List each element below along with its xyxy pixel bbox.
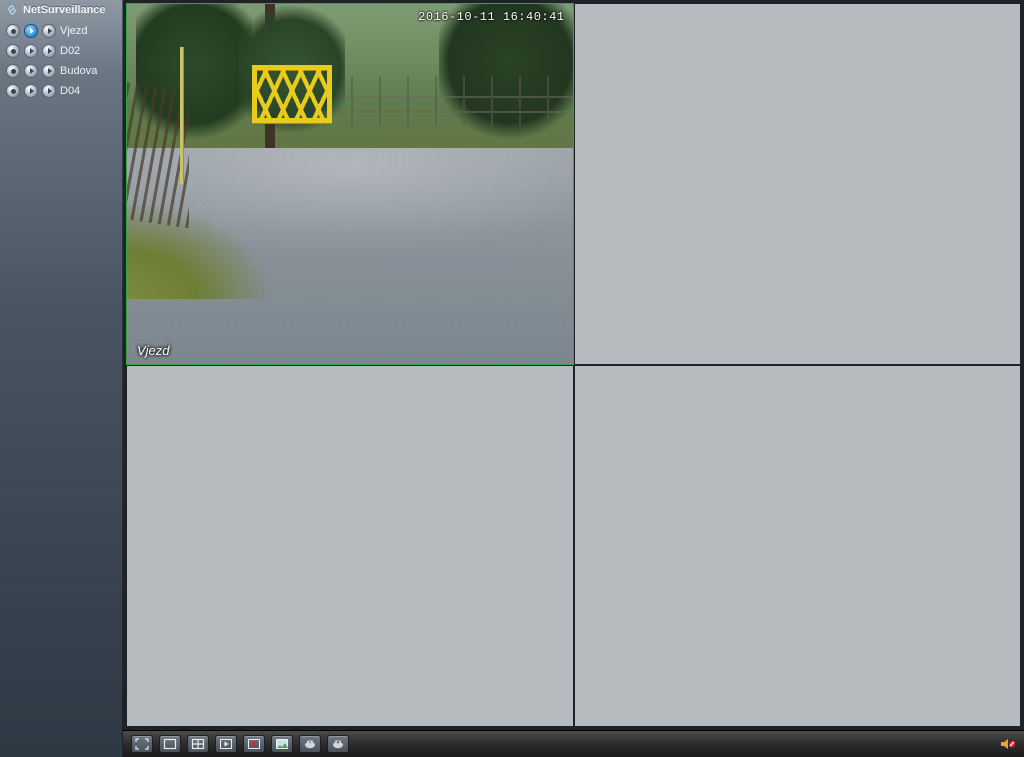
layout-1-button[interactable] (159, 735, 181, 753)
snapshot-button[interactable] (271, 735, 293, 753)
fullscreen-icon (135, 738, 149, 750)
playback-button[interactable] (215, 735, 237, 753)
layout-4-button[interactable] (187, 735, 209, 753)
fullscreen-button[interactable] (131, 735, 153, 753)
channel-label: D04 (60, 85, 80, 97)
video-cell-4[interactable] (574, 365, 1022, 727)
channel-row[interactable]: D02 (4, 42, 119, 60)
app-root: NetSurveillance Vjezd D02 Bud (0, 0, 1024, 757)
ptz-button[interactable] (299, 735, 321, 753)
mainstream-play-icon[interactable] (24, 64, 38, 78)
channel-label: Vjezd (60, 25, 88, 37)
record-icon[interactable] (6, 84, 20, 98)
speaker-muted-icon (1000, 737, 1016, 751)
video-grid: 2016-10-11 16:40:41 Vjezd (123, 0, 1024, 730)
color-settings-icon (331, 738, 345, 750)
main-area: 2016-10-11 16:40:41 Vjezd (123, 0, 1024, 757)
bottom-toolbar (123, 730, 1024, 757)
layout-1-icon (163, 738, 177, 750)
video-cell-3[interactable] (126, 365, 574, 727)
record-icon[interactable] (6, 44, 20, 58)
camera-label: Vjezd (137, 343, 170, 358)
channel-label: Budova (60, 65, 97, 77)
mainstream-play-icon[interactable] (24, 44, 38, 58)
audio-mute-button[interactable] (1000, 737, 1016, 751)
camera-timestamp: 2016-10-11 16:40:41 (418, 10, 564, 24)
color-settings-button[interactable] (327, 735, 349, 753)
link-icon (6, 4, 18, 16)
channel-row[interactable]: Vjezd (4, 22, 119, 40)
layout-4-icon (191, 738, 205, 750)
sidebar: NetSurveillance Vjezd D02 Bud (0, 0, 123, 757)
playback-icon (219, 738, 233, 750)
camera-feed: 2016-10-11 16:40:41 Vjezd (127, 4, 573, 364)
mainstream-play-icon[interactable] (24, 24, 38, 38)
snapshot-icon (275, 738, 289, 750)
record-icon[interactable] (6, 24, 20, 38)
video-cell-1[interactable]: 2016-10-11 16:40:41 Vjezd (126, 3, 574, 365)
channel-label: D02 (60, 45, 80, 57)
substream-play-icon[interactable] (42, 84, 56, 98)
channel-row[interactable]: D04 (4, 82, 119, 100)
channel-row[interactable]: Budova (4, 62, 119, 80)
substream-play-icon[interactable] (42, 64, 56, 78)
record-all-icon (247, 738, 261, 750)
record-icon[interactable] (6, 64, 20, 78)
channel-list: Vjezd D02 Budova D04 (0, 19, 123, 105)
app-title-row: NetSurveillance (0, 0, 123, 19)
app-title: NetSurveillance (23, 4, 106, 16)
mainstream-play-icon[interactable] (24, 84, 38, 98)
substream-play-icon[interactable] (42, 44, 56, 58)
video-cell-2[interactable] (574, 3, 1022, 365)
ptz-icon (303, 738, 317, 750)
record-all-button[interactable] (243, 735, 265, 753)
substream-play-icon[interactable] (42, 24, 56, 38)
